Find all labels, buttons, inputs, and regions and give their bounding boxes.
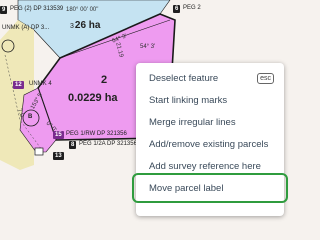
menu-item-label: Add/remove existing parcels <box>149 138 269 150</box>
parcel-top-ref: 3 <box>70 23 74 30</box>
menu-item-move-parcel-label[interactable]: Move parcel label <box>132 173 288 203</box>
menu-item-deselect-feature[interactable]: Deselect feature esc <box>136 67 284 89</box>
point-6-label: PEG 2 <box>183 5 201 11</box>
menu-item-label: Move parcel label <box>149 182 224 194</box>
point-6-badge[interactable]: 6 <box>173 5 181 13</box>
parcel-top-area: 326 ha <box>70 20 101 31</box>
menu-item-label: Merge irregular lines <box>149 116 236 128</box>
menu-item-merge-irregular-lines[interactable]: Merge irregular lines <box>136 111 284 133</box>
point-15-label: PEG 1/RW DP 321356 <box>66 131 127 137</box>
point-0-label: UNMK (A) DP 3... <box>2 25 50 31</box>
point-12-label: UNMK 4 <box>29 81 52 87</box>
menu-item-label: Start linking marks <box>149 94 228 106</box>
point-8-badge[interactable]: 8 <box>69 141 77 149</box>
menu-item-label: Deselect feature <box>149 72 219 84</box>
menu-item-label: Add survey reference here <box>149 160 261 172</box>
context-menu: Deselect feature esc Start linking marks… <box>132 63 288 216</box>
point-8-label: PEG 1/2A DP 321356 <box>79 141 137 147</box>
point-9-badge[interactable]: 9 <box>0 6 8 14</box>
point-9-label: PEG (2) DP 313539 <box>10 6 64 12</box>
parcel-main-area: 0.0229 ha <box>68 92 118 104</box>
point-12-badge[interactable]: 12 <box>13 81 24 89</box>
esc-shortcut-badge: esc <box>257 72 274 84</box>
point-15-badge[interactable]: 15 <box>53 131 64 139</box>
parcel-top-dim-top: 180° 00' 00" <box>66 7 99 13</box>
parcel-main-number: 2 <box>101 74 108 86</box>
menu-item-start-linking-marks[interactable]: Start linking marks <box>136 89 284 111</box>
parcel-main-dim-side: 54° 3' <box>140 44 156 50</box>
point-b-label: B <box>28 114 33 120</box>
menu-item-add-survey-reference[interactable]: Add survey reference here <box>136 155 284 177</box>
menu-item-add-remove-existing-parcels[interactable]: Add/remove existing parcels <box>136 133 284 155</box>
point-13-badge[interactable]: 13 <box>53 152 64 160</box>
